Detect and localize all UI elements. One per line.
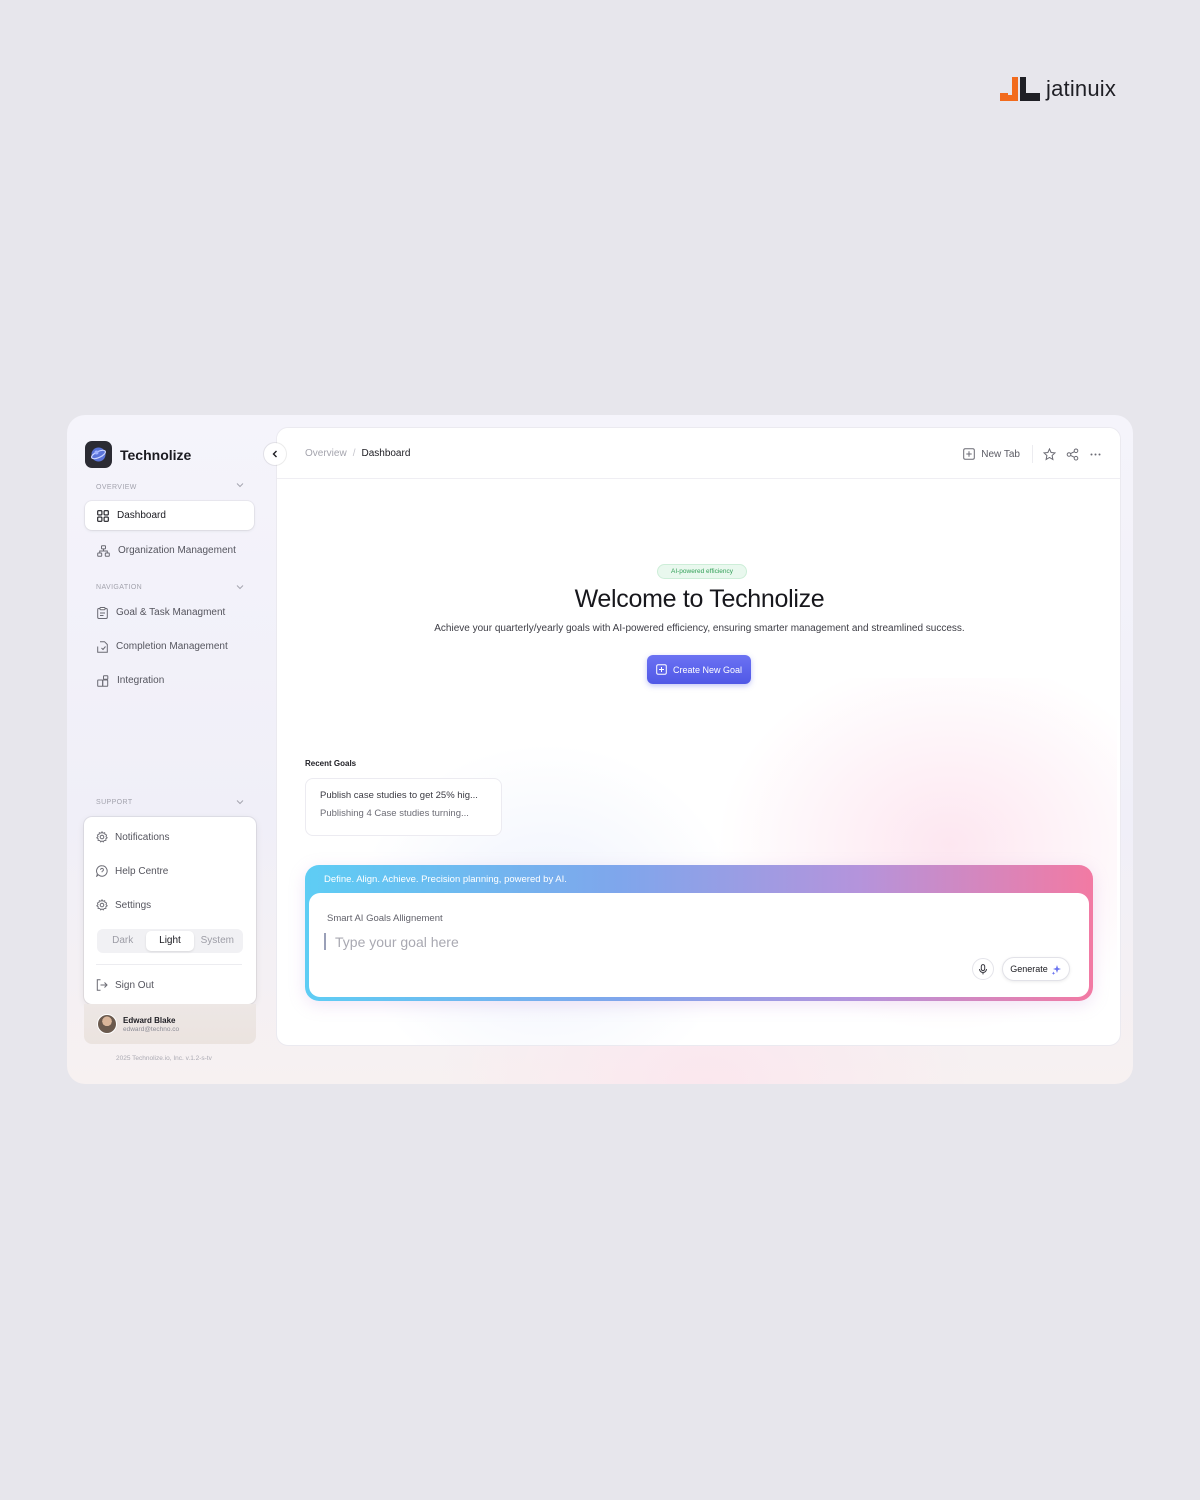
sidebar-item-completion-management[interactable]: Completion Management	[85, 632, 254, 661]
support-item-label: Help Centre	[115, 865, 169, 877]
plus-square-icon	[963, 448, 976, 460]
collapse-sidebar-button[interactable]	[264, 443, 286, 465]
breadcrumb-overview[interactable]: Overview	[305, 448, 347, 459]
recent-goal-item[interactable]: Publishing 4 Case studies turning...	[320, 808, 487, 819]
sidebar-item-label: Organization Management	[118, 545, 236, 556]
support-chevron-down-icon[interactable]	[236, 798, 244, 806]
sign-out-button[interactable]: Sign Out	[96, 977, 154, 993]
theme-option-system[interactable]: System	[194, 931, 241, 951]
top-actions: New Tab	[963, 445, 1102, 463]
sign-out-icon	[96, 979, 108, 991]
new-tab-button[interactable]: New Tab	[963, 445, 1033, 463]
create-new-goal-button[interactable]: Create New Goal	[647, 655, 751, 684]
generate-label: Generate	[1010, 964, 1048, 974]
share-icon[interactable]	[1066, 448, 1079, 461]
page-title: Welcome to Technolize	[574, 585, 825, 613]
theme-option-dark[interactable]: Dark	[99, 931, 146, 951]
help-chat-icon	[96, 865, 108, 877]
recent-goal-card[interactable]: Publish case studies to get 25% hig... P…	[305, 778, 502, 836]
grid-icon	[97, 509, 109, 522]
user-profile[interactable]: Edward Blake edward@techno.co	[84, 1004, 256, 1044]
goal-input[interactable]	[335, 931, 835, 953]
sidebar-item-goal-task[interactable]: Goal & Task Managment	[85, 598, 254, 627]
sidebar-item-organization-management[interactable]: Organization Management	[85, 536, 254, 565]
support-item-label: Notifications	[115, 831, 170, 843]
brand-name: jatinuix	[1046, 76, 1117, 101]
sidebar-item-label: Completion Management	[116, 641, 228, 652]
top-bar: Overview / Dashboard New Tab	[277, 428, 1120, 479]
support-item-notifications[interactable]: Notifications	[96, 829, 169, 845]
avatar	[97, 1014, 117, 1034]
sidebar-item-label: Goal & Task Managment	[116, 607, 226, 618]
app-logo-row[interactable]: Technolize	[85, 441, 191, 468]
ai-prompt-label: Smart AI Goals Allignement	[327, 913, 443, 924]
new-tab-label: New Tab	[981, 448, 1020, 460]
chevron-left-icon	[272, 450, 277, 458]
ai-prompt-box: Smart AI Goals Allignement Generate	[309, 893, 1089, 997]
sidebar-item-dashboard[interactable]: Dashboard	[85, 501, 254, 530]
theme-option-light[interactable]: Light	[146, 931, 194, 951]
version-footer: 2025 Technolize.io, Inc. v.1.2-s-tv	[116, 1055, 212, 1062]
create-new-goal-label: Create New Goal	[672, 664, 743, 675]
overview-chevron-down-icon[interactable]	[236, 481, 244, 489]
org-chart-icon	[97, 544, 110, 557]
divider	[96, 964, 242, 965]
app-logo-icon	[85, 441, 112, 468]
support-menu: Notifications Help Centre Settings Dark …	[84, 817, 256, 1004]
recent-goals-heading: Recent Goals	[305, 759, 357, 768]
sparkle-icon	[1051, 964, 1061, 975]
support-item-label: Settings	[115, 899, 152, 911]
more-options-icon[interactable]	[1089, 448, 1102, 461]
navigation-section-label: NAVIGATION	[96, 584, 143, 591]
page-subtitle: Achieve your quarterly/yearly goals with…	[434, 623, 965, 634]
clipboard-icon	[97, 606, 108, 619]
breadcrumb-dashboard: Dashboard	[361, 448, 411, 459]
breadcrumb-separator: /	[352, 448, 356, 459]
ai-tagline: Define. Align. Achieve. Precision planni…	[324, 874, 567, 885]
ai-goal-prompt: Define. Align. Achieve. Precision planni…	[305, 865, 1093, 1001]
blocks-icon	[97, 674, 109, 687]
main-panel: Overview / Dashboard New Tab AI-powered …	[276, 427, 1121, 1046]
sidebar-item-label: Dashboard	[117, 510, 166, 521]
microphone-button[interactable]	[972, 958, 994, 980]
support-item-settings[interactable]: Settings	[96, 897, 151, 913]
jatinuix-brand: jatinuix	[1000, 76, 1116, 102]
user-name: Edward Blake	[123, 1015, 176, 1025]
app-title: Technolize	[120, 446, 192, 463]
ai-efficiency-badge: AI-powered efficiency	[657, 564, 747, 579]
sidebar: Technolize OVERVIEW Dashboard Organizati…	[67, 415, 267, 1084]
star-icon[interactable]	[1043, 447, 1056, 461]
gear-icon	[96, 831, 108, 843]
user-email: edward@techno.co	[123, 1025, 180, 1033]
recent-goal-item[interactable]: Publish case studies to get 25% hig...	[320, 790, 487, 801]
overview-section-label: OVERVIEW	[96, 484, 137, 491]
jatinuix-logo-icon	[1000, 77, 1040, 101]
support-item-help-centre[interactable]: Help Centre	[96, 863, 168, 879]
microphone-icon	[979, 963, 987, 974]
generate-button[interactable]: Generate	[1002, 957, 1070, 981]
breadcrumb: Overview / Dashboard	[305, 448, 410, 459]
sidebar-item-integration[interactable]: Integration	[85, 666, 254, 695]
navigation-chevron-down-icon[interactable]	[236, 583, 244, 591]
file-check-icon	[97, 640, 108, 653]
plus-square-icon	[656, 664, 667, 675]
gear-icon	[96, 899, 108, 911]
text-caret	[324, 933, 326, 950]
sidebar-item-label: Integration	[117, 675, 165, 686]
sign-out-label: Sign Out	[115, 979, 154, 991]
support-section-label: SUPPORT	[96, 799, 133, 806]
app-window: Technolize OVERVIEW Dashboard Organizati…	[67, 415, 1133, 1084]
theme-toggle: Dark Light System	[97, 929, 243, 953]
